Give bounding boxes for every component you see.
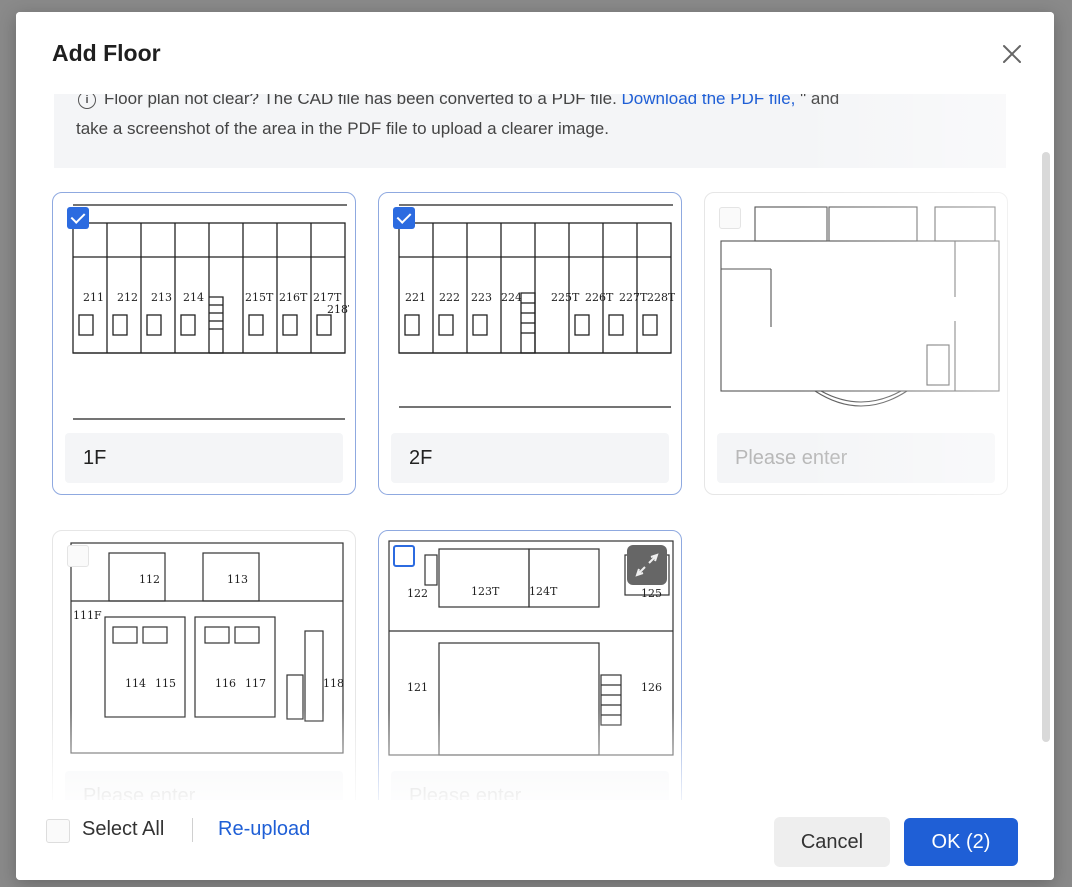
room-label: 111F	[73, 609, 102, 622]
dialog-header: Add Floor	[16, 12, 1054, 94]
floor-name-input[interactable]	[717, 433, 995, 483]
notice-banner: i Floor plan not clear? The CAD file has …	[54, 94, 1006, 168]
floor-card-3[interactable]	[704, 192, 1008, 495]
room-label: 227T	[619, 291, 648, 304]
floor-name-input[interactable]	[391, 433, 669, 483]
room-label: 224	[501, 291, 522, 304]
expand-icon[interactable]	[627, 545, 667, 585]
room-label: 126	[641, 681, 662, 694]
dialog-title: Add Floor	[52, 40, 161, 66]
cancel-button[interactable]: Cancel	[774, 817, 890, 867]
room-label: 118	[323, 677, 344, 690]
room-label: 221	[405, 291, 426, 304]
floor-plan-thumbnail: 221 222 223 224 225T 226T 227T 228T	[385, 197, 675, 425]
room-label: 214	[183, 291, 204, 304]
reupload-link[interactable]: Re-upload	[218, 818, 310, 841]
close-icon[interactable]	[1000, 42, 1024, 66]
floor-name-input[interactable]	[65, 771, 343, 800]
room-label: 122	[407, 587, 428, 600]
notice-line-2: take a screenshot of the area in the PDF…	[76, 119, 609, 138]
room-label: 211	[83, 291, 104, 304]
room-label: 117	[245, 677, 266, 690]
select-all-label[interactable]: Select All	[82, 818, 164, 841]
room-label: 216T	[279, 291, 308, 304]
room-label: 225T	[551, 291, 580, 304]
floor-plan-thumbnail: 112 113 111F 114 115 116 117 118	[59, 535, 349, 763]
room-label: 116	[215, 677, 236, 690]
floor-5-checkbox[interactable]	[393, 545, 415, 567]
room-label: 124T	[529, 585, 558, 598]
floor-card-1[interactable]: 211 212 213 214 215T 216T 217T 218T	[52, 192, 356, 495]
floor-2-checkbox[interactable]	[393, 207, 415, 229]
room-label: 222	[439, 291, 460, 304]
room-label: 113	[227, 573, 248, 586]
floor-1-checkbox[interactable]	[67, 207, 89, 229]
room-label: 125	[641, 587, 662, 600]
floor-4-checkbox[interactable]	[67, 545, 89, 567]
room-label: 112	[139, 573, 160, 586]
add-floor-dialog: i Floor plan not clear? The CAD file has …	[16, 12, 1054, 880]
download-pdf-link[interactable]: Download the PDF file,	[622, 94, 796, 108]
room-label: 212	[117, 291, 138, 304]
floor-3-checkbox[interactable]	[719, 207, 741, 229]
info-icon: i	[78, 94, 96, 109]
room-label: 218T	[327, 303, 349, 316]
notice-line-1: i Floor plan not clear? The CAD file has …	[54, 94, 839, 114]
room-label: 114	[125, 677, 146, 690]
notice-text: Floor plan not clear? The CAD file has b…	[104, 94, 617, 108]
scrollbar[interactable]	[1042, 152, 1050, 742]
room-label: 215T	[245, 291, 274, 304]
room-label: 115	[155, 677, 176, 690]
select-all-checkbox[interactable]	[46, 819, 70, 843]
floor-plan-thumbnail: 211 212 213 214 215T 216T 217T 218T	[59, 197, 349, 425]
room-label: 226T	[585, 291, 614, 304]
dialog-footer: Select All Re-upload Cancel OK (2)	[16, 800, 1054, 880]
floor-name-input[interactable]	[391, 771, 669, 800]
floor-card-5[interactable]: 122 123T 124T 125 121 126	[378, 530, 682, 800]
room-label: 123T	[471, 585, 500, 598]
room-label: 228T	[647, 291, 675, 304]
floor-card-4[interactable]: 112 113 111F 114 115 116 117 118	[52, 530, 356, 800]
divider	[192, 818, 193, 842]
floor-name-input[interactable]	[65, 433, 343, 483]
floor-plan-thumbnail	[711, 197, 1001, 425]
room-label: 213	[151, 291, 172, 304]
notice-text-tail: " and	[800, 94, 840, 108]
ok-button[interactable]: OK (2)	[904, 818, 1018, 866]
dialog-body: i Floor plan not clear? The CAD file has …	[16, 94, 1054, 800]
room-label: 121	[407, 681, 428, 694]
floor-card-2[interactable]: 221 222 223 224 225T 226T 227T 228T	[378, 192, 682, 495]
room-label: 223	[471, 291, 492, 304]
